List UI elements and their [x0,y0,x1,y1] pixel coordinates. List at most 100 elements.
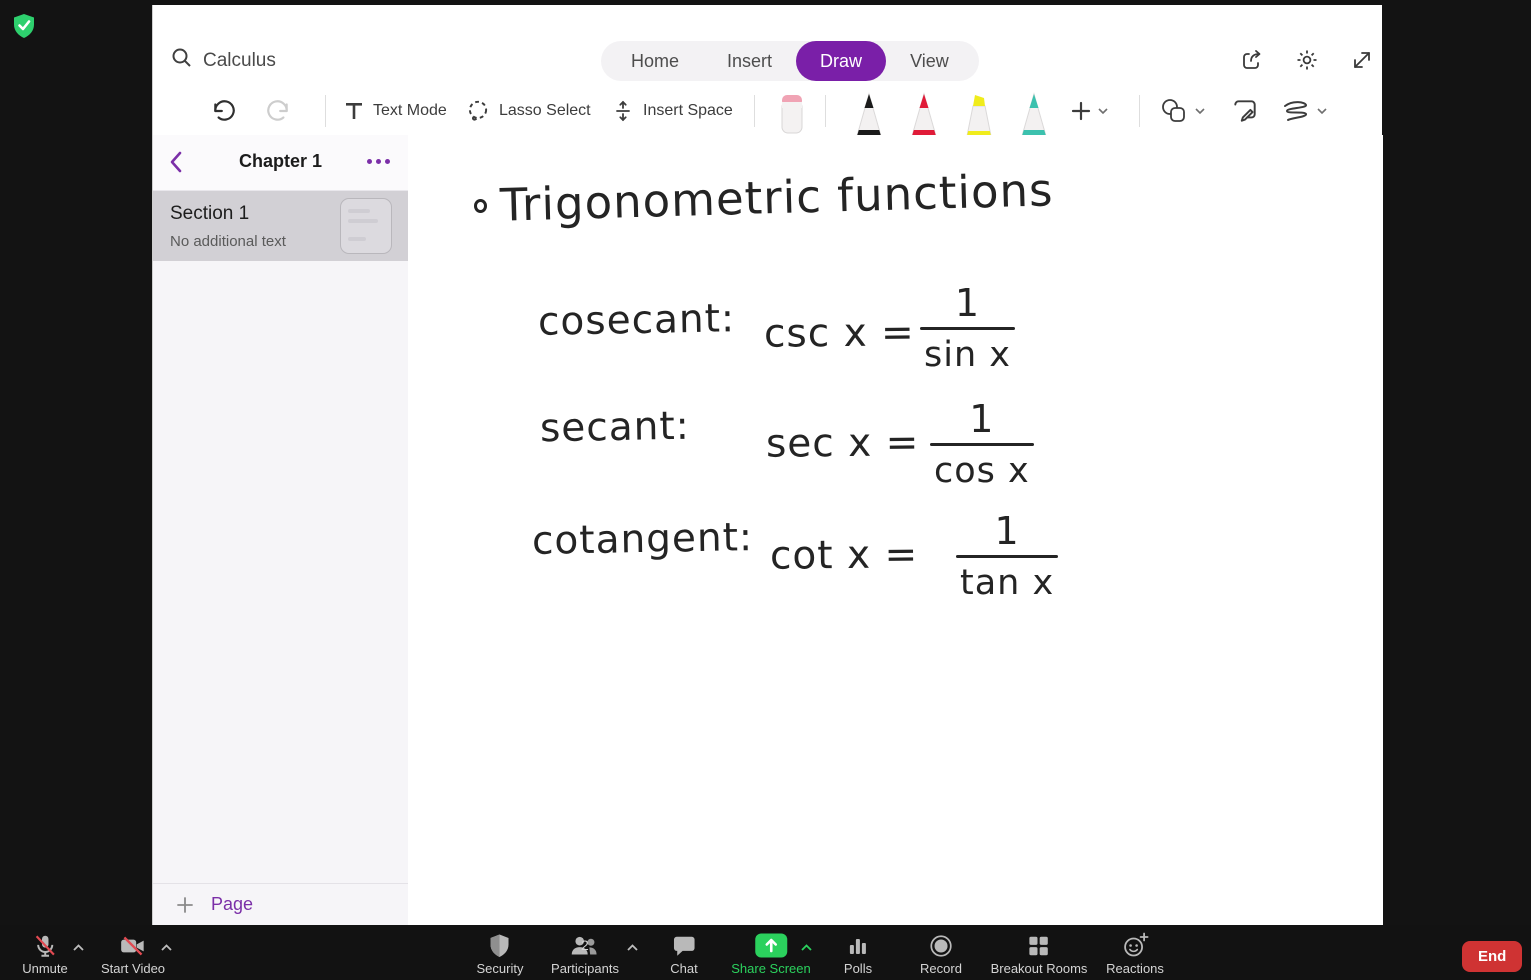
participants-options-chevron[interactable] [626,939,639,957]
fraction-denominator: cos x [934,451,1030,491]
share-export-icon[interactable] [1240,48,1264,72]
share-screen-button[interactable]: Share Screen [731,931,811,976]
video-off-icon [101,931,165,959]
chat-button[interactable]: Chat [670,931,698,976]
ink-formula-fraction: 1 sin x [920,281,1015,375]
draw-toolbar: Text Mode Lasso Select Insert Space [153,85,1382,137]
add-pen-button[interactable] [1069,85,1109,137]
page-list-item-selected[interactable]: Section 1 No additional text [153,191,408,261]
ink-annotate-button[interactable] [1231,85,1259,137]
reactions-button[interactable]: Reactions [1106,931,1164,976]
ink-note-title: Trigonometric functions [499,163,1055,232]
unmute-button[interactable]: Unmute [22,931,68,976]
tab-insert[interactable]: Insert [703,41,796,81]
ink-bullet-mark [474,199,487,213]
undo-button[interactable] [211,85,237,137]
meeting-security-shield-icon[interactable] [12,13,36,44]
bar-chart-icon [844,931,872,959]
page-thumbnail [340,198,392,254]
security-button[interactable]: Security [477,931,524,976]
sidebar-header: Chapter 1 [153,135,408,191]
toolbar-divider [754,95,755,127]
pen-red-icon [911,92,937,137]
shield-icon [477,931,524,959]
text-mode-icon [346,103,362,119]
shapes-icon [1162,99,1185,122]
audio-options-chevron[interactable] [72,939,85,957]
ink-formula-fraction: 1 tan x [956,509,1059,603]
start-video-button[interactable]: Start Video [101,931,165,976]
ink-to-shape-button[interactable] [1281,85,1328,137]
lasso-select-button[interactable]: Lasso Select [465,85,591,137]
toolbar-divider [825,95,826,127]
chevron-down-icon [1098,108,1108,115]
fraction-denominator: tan x [960,563,1055,603]
fullscreen-icon[interactable] [1350,48,1374,72]
meeting-control-bar: Unmute Start Video Security Participants… [0,925,1531,980]
chevron-down-icon [1317,108,1327,115]
fraction-numerator: 1 [994,509,1020,553]
fraction-denominator: sin x [924,335,1011,375]
ink-formula-name: cosecant: [537,296,736,345]
grid-icon [991,931,1088,959]
ink-formula-fraction: 1 cos x [930,397,1034,491]
highlighter-yellow-tool[interactable] [960,89,998,141]
fraction-numerator: 1 [969,397,995,441]
search-field[interactable]: Calculus [171,47,276,75]
fraction-bar [920,327,1015,330]
record-circle-icon [920,931,962,959]
breakout-rooms-button[interactable]: Breakout Rooms [991,931,1088,976]
participants-button[interactable]: Participants 2 [551,931,619,976]
pen-black-icon [856,92,882,137]
text-mode-button[interactable]: Text Mode [343,85,447,137]
tab-home[interactable]: Home [607,41,703,81]
plus-icon [177,896,193,913]
eraser-tool[interactable] [773,87,811,139]
smiley-plus-icon [1106,931,1164,959]
chevron-down-icon [1195,108,1205,115]
insert-space-button[interactable]: Insert Space [611,85,733,137]
add-page-label: Page [211,894,254,914]
settings-gear-icon[interactable] [1295,48,1319,72]
ink-formula-name: cotangent: [531,515,754,564]
mic-muted-icon [22,931,68,959]
redo-button[interactable] [265,85,291,137]
lasso-select-icon [468,100,488,121]
share-options-chevron[interactable] [800,939,813,957]
pen-red-tool[interactable] [905,89,943,141]
shapes-button[interactable] [1159,85,1206,137]
text-mode-label: Text Mode [373,102,447,119]
record-button[interactable]: Record [920,931,962,976]
page-sidebar: Chapter 1 Section 1 No additional text P… [153,135,408,925]
undo-icon [214,100,235,121]
pen-black-tool[interactable] [850,89,888,141]
video-options-chevron[interactable] [160,939,173,957]
shared-app-window: Calculus Home Insert Draw View Text Mode… [152,5,1383,925]
polls-button[interactable]: Polls [844,931,872,976]
drawing-canvas[interactable]: Trigonometric functions cosecant: csc x … [408,135,1383,925]
pen-teal-tool[interactable] [1015,89,1053,141]
more-options-icon[interactable] [367,159,390,164]
add-page-row[interactable]: Page [153,883,408,925]
eraser-icon [781,95,803,134]
pen-teal-icon [1021,92,1047,137]
page-title: Section 1 [170,203,250,224]
end-meeting-button[interactable]: End [1462,941,1523,972]
app-topbar: Calculus Home Insert Draw View [153,5,1382,85]
toolbar-divider [1139,95,1140,127]
tab-draw[interactable]: Draw [796,41,887,81]
ribbon-tabs: Home Insert Draw View [601,41,979,81]
ink-formula-lhs: csc x = [763,310,915,357]
page-subtitle: No additional text [170,233,286,250]
plus-icon [1071,101,1091,121]
note-pen-icon [1234,100,1256,122]
highlighter-yellow-icon [966,95,992,137]
chat-bubble-icon [670,931,697,959]
fraction-bar [956,555,1059,558]
lasso-select-label: Lasso Select [499,102,591,119]
insert-space-icon [616,100,630,122]
search-value: Calculus [203,50,276,71]
fraction-numerator: 1 [954,281,981,325]
redo-icon [267,100,288,121]
tab-view[interactable]: View [886,41,973,81]
